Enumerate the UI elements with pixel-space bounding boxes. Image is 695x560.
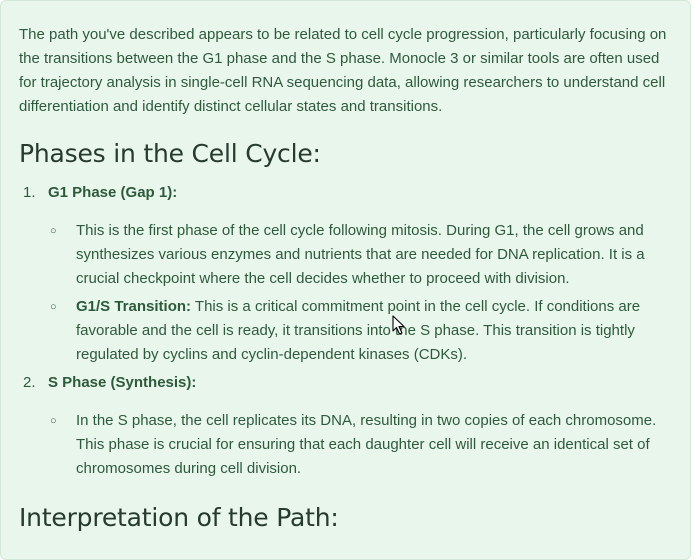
phase-title: G1 Phase (Gap 1): — [48, 184, 178, 201]
bullet-icon: ○ — [50, 415, 57, 427]
detail-item: ○ G1/S Transition: This is a critical co… — [48, 295, 678, 367]
phase-item-g1: 1. G1 Phase (Gap 1): ○ This is the first… — [19, 181, 678, 367]
heading-interpretation: Interpretation of the Path: — [19, 503, 339, 532]
detail-item: ○ This is the first phase of the cell cy… — [48, 219, 678, 291]
intro-paragraph: The path you've described appears to be … — [19, 26, 667, 115]
phase-details-list: ○ In the S phase, the cell replicates it… — [48, 409, 678, 481]
detail-bold-label: G1/S Transition: — [76, 298, 192, 315]
phase-number: 2. — [23, 374, 36, 391]
bullet-icon: ○ — [50, 301, 57, 313]
detail-text: In the S phase, the cell replicates its … — [76, 412, 657, 477]
assistant-message-panel: The path you've described appears to be … — [0, 0, 691, 560]
phase-details-list: ○ This is the first phase of the cell cy… — [48, 219, 678, 367]
heading-phases: Phases in the Cell Cycle: — [19, 139, 321, 168]
phase-number: 1. — [23, 184, 36, 201]
phases-list: 1. G1 Phase (Gap 1): ○ This is the first… — [19, 181, 678, 481]
phase-item-s: 2. S Phase (Synthesis): ○ In the S phase… — [19, 371, 678, 481]
detail-text: This is the first phase of the cell cycl… — [76, 222, 645, 287]
mouse-pointer-icon — [392, 315, 405, 335]
bullet-icon: ○ — [50, 225, 57, 237]
detail-item: ○ In the S phase, the cell replicates it… — [48, 409, 678, 481]
phase-title: S Phase (Synthesis): — [48, 374, 197, 391]
